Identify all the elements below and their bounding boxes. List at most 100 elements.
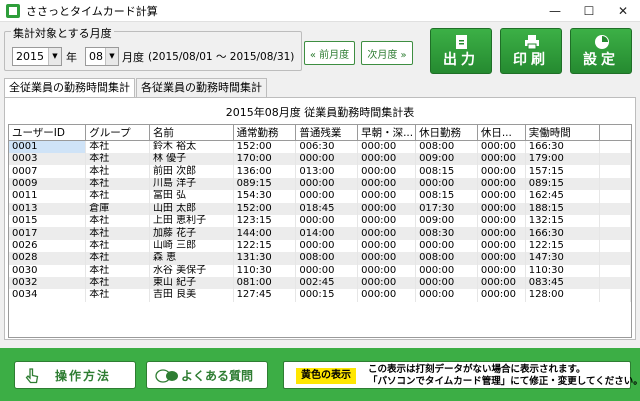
column-header[interactable]: 実働時間 xyxy=(525,125,601,141)
table-row[interactable]: 0007 本社 前田 次郎 136:00 013:00 000:00 008:15 000:0… xyxy=(9,165,631,178)
table-row[interactable]: 0032 本社 東山 紀子 081:00 002:45 000:00 000:00 000:0… xyxy=(9,276,631,290)
table-cell: 000:00 xyxy=(415,177,478,191)
table-cell: 000:00 xyxy=(477,214,526,228)
table-cell: 加藤 花子 xyxy=(149,227,234,240)
table-cell: 008:15 xyxy=(415,190,478,203)
table-row[interactable]: 0013 倉庫 山田 太郎 152:00 018:45 000:00 017:30 000:0… xyxy=(9,202,631,215)
table-cell-filler xyxy=(599,165,631,178)
table-cell: 006:30 xyxy=(295,140,359,153)
table-cell: 008:00 xyxy=(415,140,478,153)
table-cell: 000:15 xyxy=(295,289,359,302)
table-cell: 000:00 xyxy=(357,227,417,240)
faq-button[interactable]: よくある質問 xyxy=(146,361,268,389)
info-line-1: この表示は打刻データがない場合に表示されます。 xyxy=(368,364,586,375)
table-cell: 前田 次郎 xyxy=(149,165,234,178)
table-cell: 本社 xyxy=(85,264,150,277)
table-cell: 000:00 xyxy=(295,239,359,253)
output-button[interactable]: 出力 xyxy=(430,28,492,74)
table-cell: 000:00 xyxy=(357,276,417,290)
table-row[interactable]: 0017 本社 加藤 花子 144:00 014:00 000:00 008:30 000:0… xyxy=(9,227,631,240)
table-cell: 131:30 xyxy=(233,252,297,265)
app-icon xyxy=(6,3,20,18)
table-row[interactable]: 0015 本社 上田 恵利子 123:15 000:00 000:00 009:00 000:… xyxy=(9,214,631,228)
table-cell: 000:00 xyxy=(477,289,526,302)
table-cell: 000:00 xyxy=(357,214,417,228)
period-group: 集計対象とする月度 2015 ▼ 年 08 ▼ 月度 (2015/08/01 〜… xyxy=(4,25,302,71)
settings-label: 設定 xyxy=(583,52,619,68)
pointer-hand-icon xyxy=(25,368,39,384)
table-cell: 本社 xyxy=(85,153,150,166)
table-cell: 008:00 xyxy=(415,252,478,265)
table-cell: 0015 xyxy=(9,214,87,228)
tab-each-employee[interactable]: 各従業員の勤務時間集計 xyxy=(136,78,267,97)
table-row[interactable]: 0030 本社 水谷 美保子 110:30 000:00 000:00 000:00 000:… xyxy=(9,264,631,277)
chevron-down-icon: ▼ xyxy=(105,48,118,65)
table-row[interactable]: 0009 本社 川島 洋子 089:15 000:00 000:00 000:00 000:0… xyxy=(9,177,631,191)
column-header[interactable]: ユーザーID xyxy=(9,125,87,141)
table-cell: 000:00 xyxy=(477,202,526,215)
table-cell: 000:00 xyxy=(357,202,417,215)
month-select[interactable]: 08 ▼ xyxy=(85,47,119,66)
minimize-button[interactable]: — xyxy=(538,0,572,22)
prev-month-button[interactable]: « 前月度 xyxy=(304,41,355,65)
table-cell: 0013 xyxy=(9,202,87,215)
table-cell: 170:00 xyxy=(233,153,297,166)
report-title: 2015年08月度 従業員勤務時間集計表 xyxy=(225,106,415,119)
column-header[interactable]: 普通残業 xyxy=(295,125,359,141)
table-cell: 122:15 xyxy=(525,239,601,253)
column-header[interactable]: 早朝・深... xyxy=(357,125,417,141)
settings-button[interactable]: 設定 xyxy=(570,28,632,74)
table-cell: 上田 恵利子 xyxy=(149,214,234,228)
table-cell: 0017 xyxy=(9,227,87,240)
table-cell: 110:30 xyxy=(233,264,297,277)
table-row[interactable]: 0011 本社 富田 弘 154:30 000:00 000:00 008:15 000:00… xyxy=(9,190,631,203)
close-button[interactable]: ✕ xyxy=(606,0,640,22)
table-cell-filler xyxy=(599,239,631,253)
column-header[interactable]: 休日... xyxy=(477,125,526,141)
table-cell: 000:00 xyxy=(477,153,526,166)
table-cell: 089:15 xyxy=(233,177,297,191)
table-cell: 0003 xyxy=(9,153,87,166)
table-cell: 000:00 xyxy=(357,153,417,166)
table-cell: 本社 xyxy=(85,276,150,290)
output-label: 出力 xyxy=(443,52,479,68)
table-cell: 154:30 xyxy=(233,190,297,203)
table-cell: 000:00 xyxy=(415,239,478,253)
table-row[interactable]: 0026 本社 山崎 三郎 122:15 000:00 000:00 000:00 000:0… xyxy=(9,239,631,253)
tab-all-employees[interactable]: 全従業員の勤務時間集計 xyxy=(4,78,135,98)
table-cell: 083:45 xyxy=(525,276,601,290)
table-row[interactable]: 0003 本社林 優子 170:00 000:00 000:00 009:00 000:00… xyxy=(9,153,631,166)
howto-button[interactable]: 操作方法 xyxy=(14,361,136,389)
table-cell: 000:00 xyxy=(295,264,359,277)
table-cell: 鈴木 裕太 xyxy=(149,140,234,153)
table-cell: 000:00 xyxy=(357,239,417,253)
table-cell: 127:45 xyxy=(233,289,297,302)
summary-table-body: ユーザーID グループ 名前 通常勤務 普通残業 早朝・深... 休日勤務 休日... 実働時間… xyxy=(9,125,631,302)
table-row[interactable]: 0028 本社森 恵 131:30 008:00 000:00 008:00 000:00 1… xyxy=(9,252,631,265)
table-cell-filler xyxy=(599,177,631,191)
maximize-button[interactable]: ☐ xyxy=(572,0,606,22)
table-cell: 000:00 xyxy=(295,214,359,228)
table-cell-filler xyxy=(599,264,631,277)
year-suffix: 年 xyxy=(66,51,77,64)
column-header[interactable]: 通常勤務 xyxy=(233,125,297,141)
table-row[interactable]: 0034 本社 吉田 良美 127:45 000:15 000:00 000:00 000:0… xyxy=(9,289,631,302)
next-month-button[interactable]: 次月度 » xyxy=(361,41,413,65)
column-header[interactable]: 名前 xyxy=(149,125,234,141)
table-cell: 014:00 xyxy=(295,227,359,240)
period-range: (2015/08/01 〜 2015/08/31) xyxy=(148,51,295,63)
title-bar: ささっとタイムカード計算 — ☐ ✕ xyxy=(0,0,640,22)
table-cell: 008:15 xyxy=(415,165,478,178)
year-value: 2015 xyxy=(16,50,44,63)
print-button[interactable]: 印刷 xyxy=(500,28,562,74)
column-header[interactable]: グループ xyxy=(85,125,150,141)
chevron-down-icon: ▼ xyxy=(48,48,61,65)
table-cell: 林 優子 xyxy=(149,153,234,166)
table-cell: 000:00 xyxy=(357,289,417,302)
table-row[interactable]: 0001 本社 鈴木 裕太 152:00 006:30 000:00 008:00 000:0… xyxy=(9,140,631,153)
info-box: 黄色の表示 この表示は打刻データがない場合に表示されます。 「パソコンでタイムカ… xyxy=(283,361,640,389)
year-select[interactable]: 2015 ▼ xyxy=(12,47,62,66)
table-cell: 122:15 xyxy=(233,239,297,253)
column-header[interactable]: 休日勤務 xyxy=(415,125,478,141)
summary-table[interactable]: ユーザーID グループ 名前 通常勤務 普通残業 早朝・深... 休日勤務 休日... 実働時間… xyxy=(8,124,632,338)
